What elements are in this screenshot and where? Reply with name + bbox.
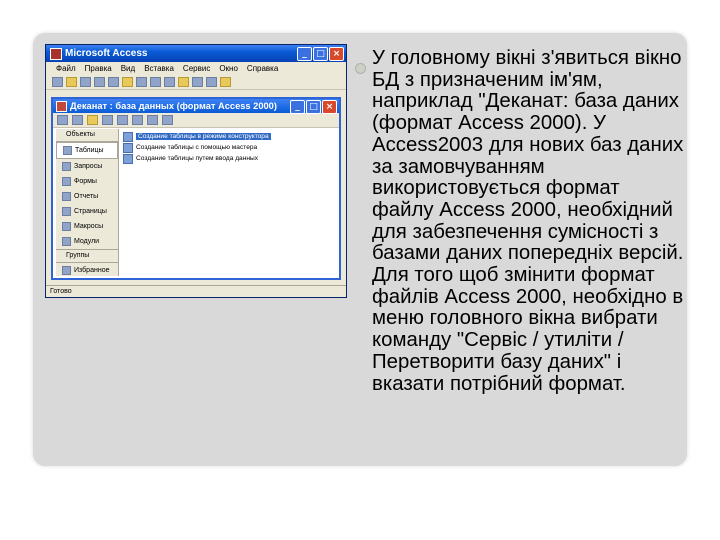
preview-icon[interactable] xyxy=(108,77,119,87)
object-pages[interactable]: Страницы xyxy=(56,204,118,219)
bullet-text: У головному вікні з'явиться вікно БД з п… xyxy=(372,47,684,395)
open-object-icon[interactable] xyxy=(57,115,68,125)
undo-icon[interactable] xyxy=(164,77,175,87)
create-icon[interactable] xyxy=(87,115,98,125)
object-modules[interactable]: Модули xyxy=(56,234,118,249)
object-label: Макросы xyxy=(74,223,104,230)
help-icon[interactable] xyxy=(220,77,231,87)
wizard-icon xyxy=(123,142,133,153)
group-favorites[interactable]: Избранное xyxy=(56,263,118,278)
list-item-label: Создание таблицы в режиме конструктора xyxy=(136,133,271,140)
form-icon xyxy=(62,177,71,186)
small-icons-icon[interactable] xyxy=(132,115,143,125)
wizard-icon xyxy=(123,153,133,164)
delete-icon[interactable] xyxy=(102,115,113,125)
analyze-icon[interactable] xyxy=(192,77,203,87)
design-icon[interactable] xyxy=(72,115,83,125)
db-minimize-icon[interactable]: _ xyxy=(290,100,305,114)
objects-panel: Объекты Таблицы Запросы Формы Отчеты Стр… xyxy=(56,129,119,276)
minimize-icon[interactable]: _ xyxy=(297,47,312,61)
menubar: Файл Правка Вид Вставка Сервис Окно Спра… xyxy=(46,62,346,75)
db-toolbar xyxy=(53,113,339,128)
object-queries[interactable]: Запросы xyxy=(56,159,118,174)
access-app-icon xyxy=(50,47,62,60)
group-label: Избранное xyxy=(74,267,110,274)
object-label: Модули xyxy=(74,238,100,245)
page-icon xyxy=(62,207,71,216)
object-label: Таблицы xyxy=(75,147,104,154)
list-view-icon[interactable] xyxy=(147,115,158,125)
object-label: Страницы xyxy=(74,208,107,215)
toolbar xyxy=(46,75,346,90)
table-icon xyxy=(63,146,72,155)
menu-help[interactable]: Справка xyxy=(247,64,278,73)
cut-icon[interactable] xyxy=(122,77,133,87)
menu-file[interactable]: Файл xyxy=(56,64,76,73)
database-icon xyxy=(56,100,67,112)
database-window: Деканат : база данных (формат Access 200… xyxy=(51,97,341,280)
object-tables[interactable]: Таблицы xyxy=(56,142,118,159)
query-icon xyxy=(62,162,71,171)
object-reports[interactable]: Отчеты xyxy=(56,189,118,204)
link-icon[interactable] xyxy=(178,77,189,87)
object-macros[interactable]: Макросы xyxy=(56,219,118,234)
db-window-title: Деканат : база данных (формат Access 200… xyxy=(70,101,277,111)
list-item[interactable]: Создание таблицы в режиме конструктора xyxy=(123,131,271,142)
favorites-icon xyxy=(62,266,71,275)
db-titlebar: Деканат : база данных (формат Access 200… xyxy=(53,99,339,114)
object-label: Запросы xyxy=(74,163,103,170)
menu-insert[interactable]: Вставка xyxy=(144,64,174,73)
menu-edit[interactable]: Правка xyxy=(85,64,112,73)
save-icon[interactable] xyxy=(80,77,91,87)
paste-icon[interactable] xyxy=(150,77,161,87)
object-forms[interactable]: Формы xyxy=(56,174,118,189)
wizard-icon xyxy=(123,131,133,142)
module-icon xyxy=(62,237,71,246)
object-label: Отчеты xyxy=(74,193,99,200)
groups-header[interactable]: Группы xyxy=(56,249,118,263)
menu-view[interactable]: Вид xyxy=(121,64,135,73)
objects-header[interactable]: Объекты xyxy=(56,129,118,142)
copy-icon[interactable] xyxy=(136,77,147,87)
close-icon[interactable]: × xyxy=(329,47,344,61)
app-titlebar: Microsoft Access _ □ × xyxy=(46,45,346,62)
open-icon[interactable] xyxy=(66,77,77,87)
macro-icon xyxy=(62,222,71,231)
print-icon[interactable] xyxy=(94,77,105,87)
db-maximize-icon[interactable]: □ xyxy=(306,100,321,114)
object-list: Создание таблицы в режиме конструктора С… xyxy=(123,131,271,164)
bullet-icon xyxy=(355,63,366,74)
report-icon xyxy=(62,192,71,201)
details-view-icon[interactable] xyxy=(162,115,173,125)
list-item-label: Создание таблицы путем ввода данных xyxy=(136,155,259,162)
new-icon[interactable] xyxy=(52,77,63,87)
menu-tools[interactable]: Сервис xyxy=(183,64,210,73)
list-item[interactable]: Создание таблицы путем ввода данных xyxy=(123,153,271,164)
app-title: Microsoft Access xyxy=(65,48,148,59)
code-icon[interactable] xyxy=(206,77,217,87)
list-item[interactable]: Создание таблицы с помощью мастера xyxy=(123,142,271,153)
menu-window[interactable]: Окно xyxy=(219,64,238,73)
access-screenshot: Microsoft Access _ □ × Файл Правка Вид В… xyxy=(45,44,347,298)
db-close-icon[interactable]: × xyxy=(322,100,337,114)
object-label: Формы xyxy=(74,178,97,185)
maximize-icon[interactable]: □ xyxy=(313,47,328,61)
list-item-label: Создание таблицы с помощью мастера xyxy=(136,144,258,151)
large-icons-icon[interactable] xyxy=(117,115,128,125)
status-bar: Готово xyxy=(46,285,346,297)
